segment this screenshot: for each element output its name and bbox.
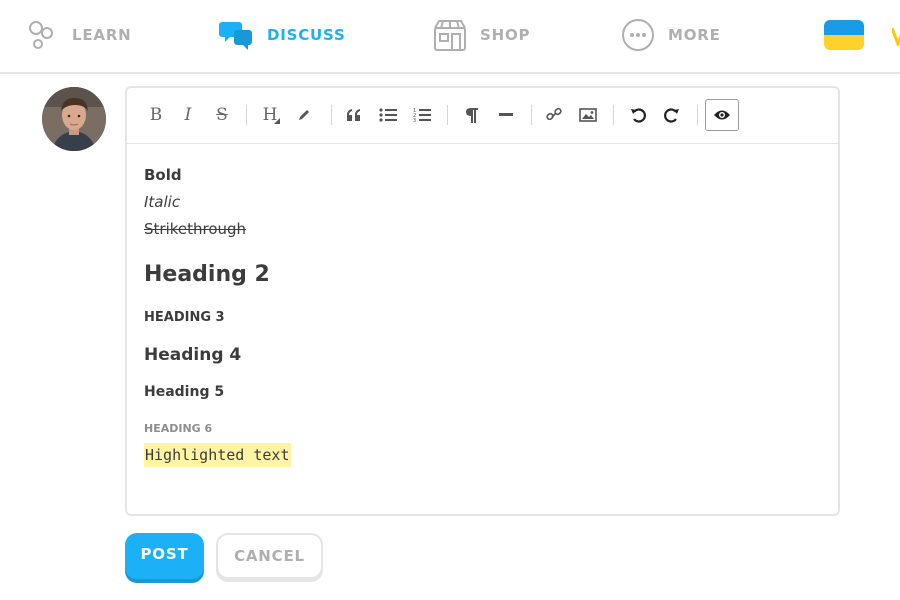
editor-toolbar: B I S H 1 2 3 (127, 88, 838, 144)
chat-bubbles-icon (219, 17, 255, 53)
nav-shop[interactable]: SHOP (432, 15, 530, 55)
avatar[interactable] (42, 87, 106, 151)
link-button[interactable] (539, 100, 569, 130)
horizontal-rule-button[interactable] (491, 100, 521, 130)
preview-heading-6: HEADING 6 (144, 422, 213, 435)
cancel-button[interactable]: CANCEL (216, 533, 323, 579)
toolbar-separator (613, 105, 614, 125)
image-icon (579, 108, 597, 122)
ukraine-flag-icon[interactable] (824, 20, 864, 50)
toolbar-separator (697, 105, 698, 125)
preview-highlighted-text: Highlighted text (144, 443, 291, 467)
editor-preview-content[interactable]: Bold Italic Strikethrough Heading 2 HEAD… (127, 144, 838, 467)
heading-dropdown-icon (274, 118, 280, 124)
pencil-button[interactable] (289, 100, 319, 130)
unordered-list-button[interactable] (373, 100, 403, 130)
italic-button-label: I (184, 105, 192, 125)
eye-icon (714, 110, 730, 120)
undo-button[interactable] (623, 100, 653, 130)
flag-blue-stripe (824, 20, 864, 35)
preview-heading-3: HEADING 3 (144, 310, 225, 325)
toolbar-separator (531, 105, 532, 125)
link-icon (546, 107, 562, 121)
preview-heading-4: Heading 4 (144, 345, 242, 365)
preview-italic-text: Italic (144, 193, 181, 211)
flag-yellow-stripe (824, 35, 864, 50)
paragraph-button[interactable] (457, 100, 487, 130)
top-navigation: LEARN DISCUSS SHOP MORE (0, 0, 900, 74)
heading-button[interactable]: H (255, 100, 285, 130)
image-button[interactable] (573, 100, 603, 130)
redo-icon (664, 108, 679, 123)
preview-heading-2: Heading 2 (144, 262, 270, 287)
toolbar-separator (331, 105, 332, 125)
post-editor: B I S H 1 2 3 Bold Italic Strikethrough … (125, 86, 840, 516)
ordered-list-button[interactable]: 1 2 3 (407, 100, 437, 130)
pilcrow-icon (466, 108, 478, 123)
nav-shop-label: SHOP (480, 26, 531, 44)
pencil-icon (299, 110, 309, 120)
preview-heading-5: Heading 5 (144, 384, 225, 400)
preview-bold-text: Bold (144, 166, 182, 184)
streak-icon[interactable] (892, 26, 900, 46)
more-dots-icon (620, 17, 656, 53)
learn-path-icon (24, 17, 60, 53)
nav-learn[interactable]: LEARN (24, 15, 132, 55)
nav-learn-label: LEARN (72, 26, 132, 44)
preview-strikethrough-text: Strikethrough (144, 220, 247, 238)
nav-more[interactable]: MORE (620, 15, 721, 55)
nav-discuss-label: DISCUSS (267, 26, 346, 44)
numbered-list-icon: 1 2 3 (413, 108, 431, 123)
quote-icon (347, 109, 360, 121)
nav-more-label: MORE (668, 26, 721, 44)
quote-button[interactable] (339, 100, 369, 130)
italic-button[interactable]: I (173, 100, 203, 130)
redo-button[interactable] (657, 100, 687, 130)
post-button[interactable]: POST (125, 533, 204, 579)
toolbar-separator (447, 105, 448, 125)
strikethrough-button-label: S (216, 105, 228, 125)
nav-discuss[interactable]: DISCUSS (219, 15, 346, 55)
svg-text:3: 3 (413, 118, 416, 123)
undo-icon (631, 108, 646, 123)
bold-button[interactable]: B (141, 100, 171, 130)
bullet-list-icon (379, 108, 397, 122)
strikethrough-button[interactable]: S (207, 100, 237, 130)
toolbar-separator (246, 105, 247, 125)
horizontal-rule-icon (499, 113, 513, 116)
bold-button-label: B (149, 105, 163, 125)
preview-button[interactable] (705, 99, 739, 131)
shop-icon (432, 17, 468, 53)
